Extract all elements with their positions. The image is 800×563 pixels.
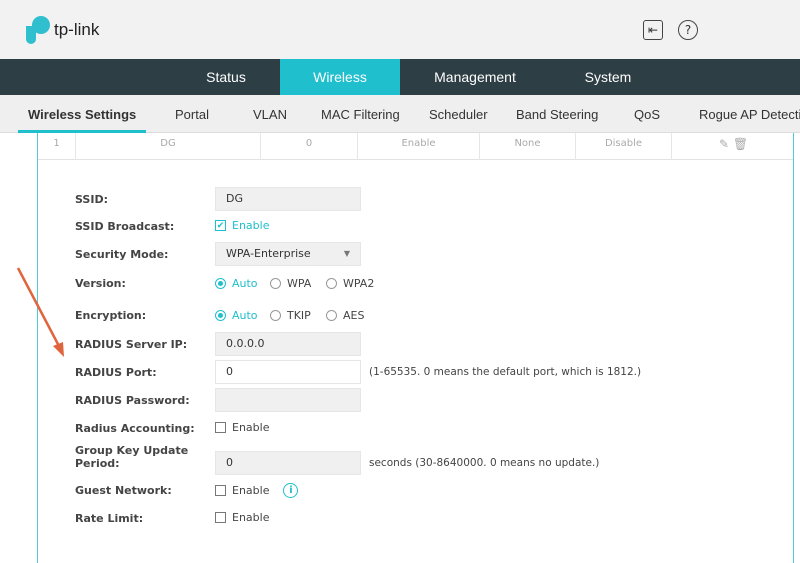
annotation-arrow [16, 267, 64, 357]
